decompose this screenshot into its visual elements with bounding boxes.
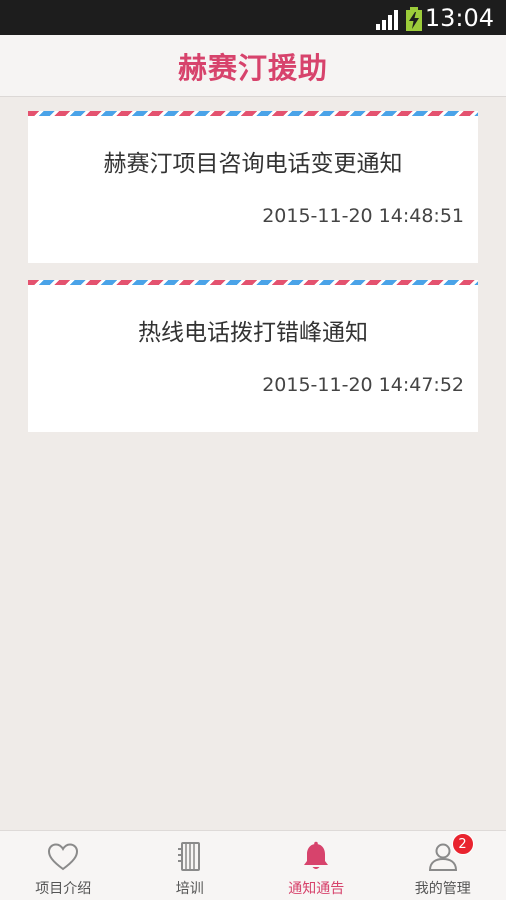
signal-icon (376, 10, 398, 30)
airmail-stripe (28, 111, 478, 116)
app-header: 赫赛汀援助 (0, 35, 506, 97)
notice-card[interactable]: 赫赛汀项目咨询电话变更通知 2015-11-20 14:48:51 (28, 111, 478, 270)
notice-title: 热线电话拨打错峰通知 (138, 320, 368, 346)
battery-charging-icon (406, 7, 422, 31)
airmail-stripe (28, 280, 478, 285)
nav-item-my-management[interactable]: 我的管理 2 (380, 831, 506, 900)
notification-badge: 2 (451, 833, 474, 855)
scallop-edge (28, 262, 478, 270)
notebook-icon (177, 842, 200, 871)
heart-icon (48, 843, 79, 871)
scallop-edge (28, 431, 478, 439)
nav-label: 通知通告 (288, 881, 345, 897)
notice-time: 2015-11-20 14:48:51 (262, 205, 464, 227)
clock: 13:04 (424, 4, 494, 32)
page-title: 赫赛汀援助 (177, 50, 328, 85)
nav-label: 我的管理 (414, 881, 471, 897)
nav-item-training[interactable]: 培训 (127, 831, 254, 900)
nav-item-project-intro[interactable]: 项目介绍 (0, 831, 127, 900)
bell-icon (304, 841, 329, 869)
bottom-nav: 项目介绍 培训 通知通告 我的管理 2 (0, 830, 506, 900)
notice-title: 赫赛汀项目咨询电话变更通知 (103, 151, 403, 177)
nav-label: 项目介绍 (35, 881, 92, 897)
nav-label: 培训 (175, 881, 204, 897)
notice-card[interactable]: 热线电话拨打错峰通知 2015-11-20 14:47:52 (28, 280, 478, 439)
nav-item-notices[interactable]: 通知通告 (253, 831, 380, 900)
status-bar: 13:04 (0, 0, 506, 35)
notice-time: 2015-11-20 14:47:52 (262, 374, 464, 396)
